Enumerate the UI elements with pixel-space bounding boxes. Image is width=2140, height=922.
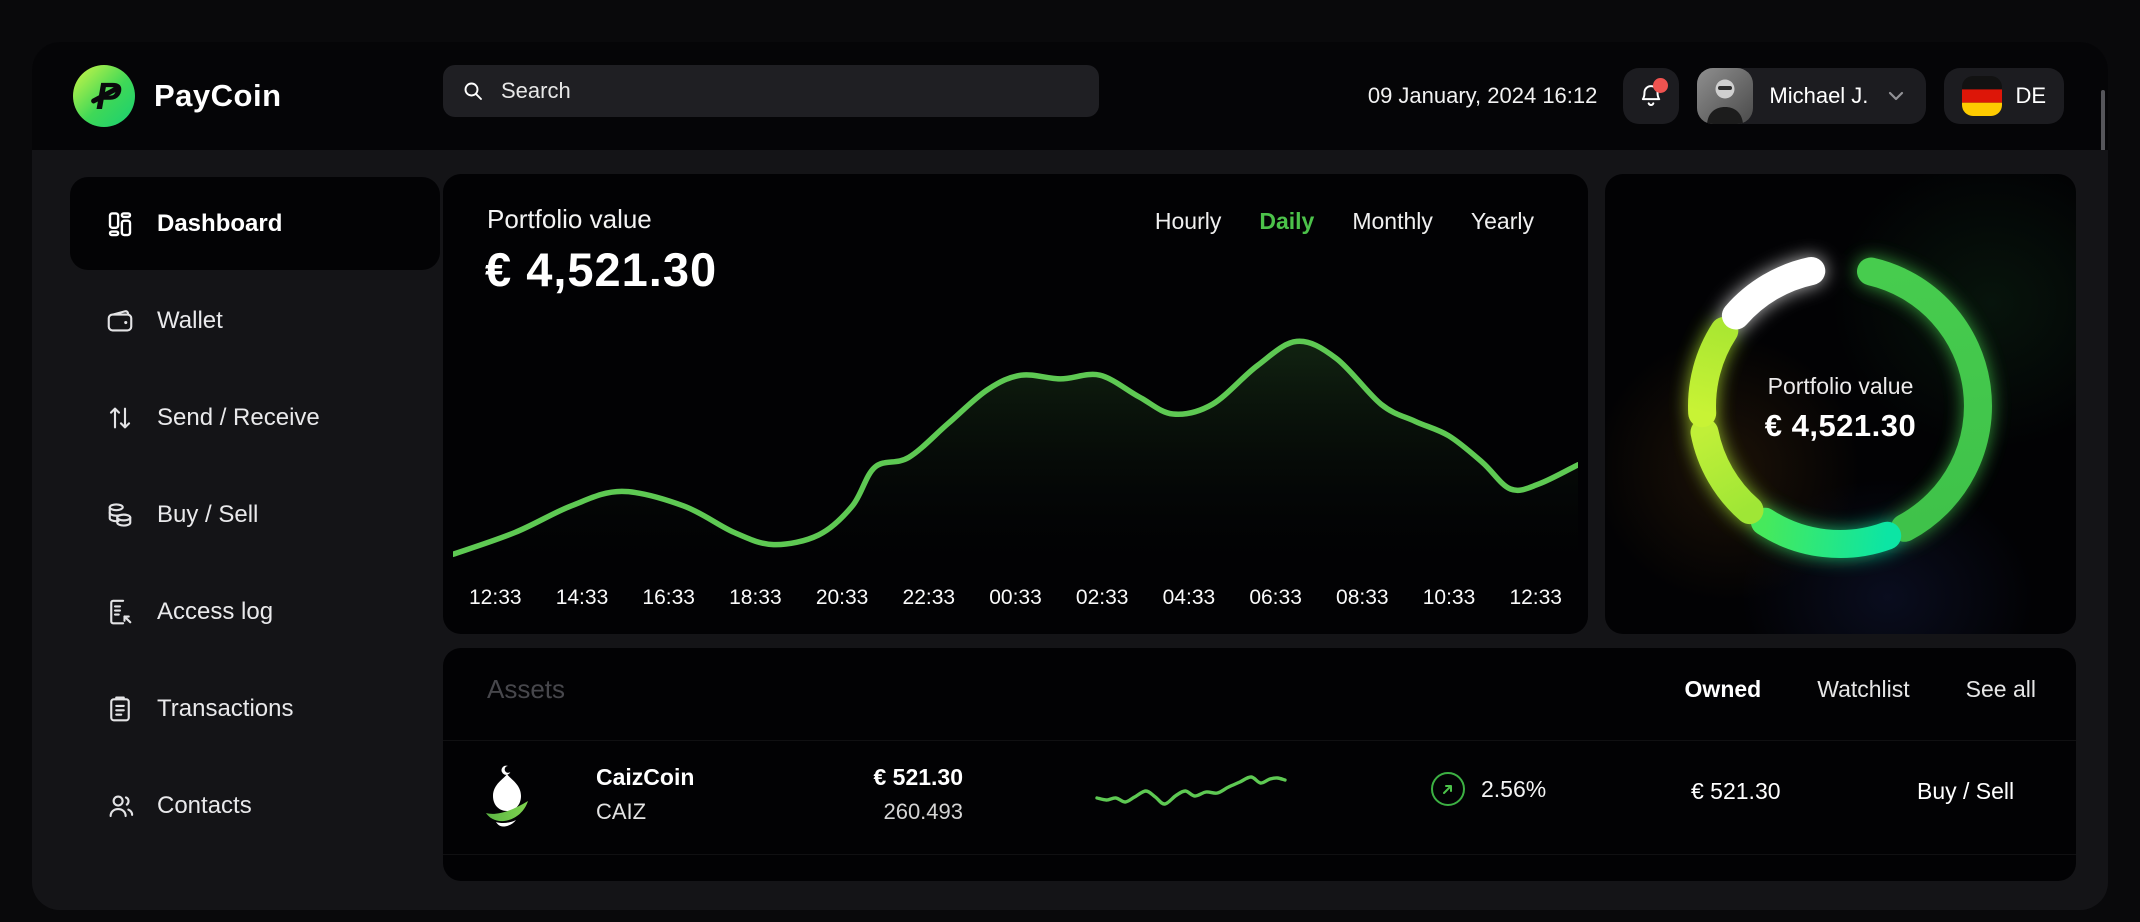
x-axis-label: 12:33 bbox=[469, 586, 522, 610]
filter-see-all[interactable]: See all bbox=[1966, 676, 2036, 703]
search-input[interactable] bbox=[499, 77, 1081, 105]
x-axis-label: 04:33 bbox=[1163, 586, 1216, 610]
tab-monthly[interactable]: Monthly bbox=[1352, 208, 1433, 235]
x-axis-label: 14:33 bbox=[556, 586, 609, 610]
asset-change: 2.56% bbox=[1431, 772, 1546, 806]
paycoin-logo-icon: P bbox=[72, 64, 136, 128]
top-right-cluster: 09 January, 2024 16:12 bbox=[1368, 42, 2064, 150]
tab-yearly[interactable]: Yearly bbox=[1471, 208, 1534, 235]
sidebar-item-send-receive[interactable]: Send / Receive bbox=[70, 371, 440, 464]
notification-dot bbox=[1653, 78, 1668, 93]
asset-total-value: € 521.30 bbox=[1691, 778, 1841, 805]
asset-price-block: € 521.30 260.493 bbox=[833, 764, 963, 825]
asset-ticker: CAIZ bbox=[596, 799, 694, 825]
x-axis-label: 00:33 bbox=[989, 586, 1042, 610]
x-axis: 12:33 14:33 16:33 18:33 20:33 22:33 00:3… bbox=[469, 586, 1562, 610]
donut-value: € 4,521.30 bbox=[1765, 408, 1917, 444]
divider bbox=[443, 854, 2076, 855]
portfolio-value: € 4,521.30 bbox=[485, 242, 717, 297]
search-bar[interactable] bbox=[443, 65, 1099, 117]
x-axis-label: 08:33 bbox=[1336, 586, 1389, 610]
brand: P PayCoin bbox=[72, 42, 282, 150]
search-icon bbox=[461, 79, 485, 103]
sidebar-item-access-log[interactable]: Access log bbox=[70, 565, 440, 658]
profile-name: Michael J. bbox=[1769, 83, 1868, 109]
send-receive-icon bbox=[104, 402, 136, 434]
tab-hourly[interactable]: Hourly bbox=[1155, 208, 1221, 235]
sidebar-item-label: Contacts bbox=[157, 792, 252, 820]
sidebar-item-contacts[interactable]: Contacts bbox=[70, 759, 440, 852]
asset-name-block: CaizCoin CAIZ bbox=[596, 764, 694, 825]
chart-range-tabs: Hourly Daily Monthly Yearly bbox=[1155, 208, 1534, 235]
assets-card: Assets Owned Watchlist See all bbox=[443, 648, 2076, 881]
sidebar: Dashboard Wallet Send / Receive bbox=[70, 177, 440, 856]
sidebar-item-transactions[interactable]: Transactions bbox=[70, 662, 440, 755]
donut-center-label: Portfolio value € 4,521.30 bbox=[1605, 178, 2076, 638]
buy-sell-icon bbox=[104, 499, 136, 531]
sidebar-item-label: Wallet bbox=[157, 307, 223, 335]
assets-title: Assets bbox=[487, 674, 565, 705]
asset-amount: 260.493 bbox=[833, 799, 963, 825]
language-code: DE bbox=[2015, 83, 2046, 109]
sidebar-item-wallet[interactable]: Wallet bbox=[70, 274, 440, 367]
trend-up-icon bbox=[1431, 772, 1465, 806]
asset-change-percent: 2.56% bbox=[1481, 776, 1546, 803]
x-axis-label: 10:33 bbox=[1423, 586, 1476, 610]
wallet-icon bbox=[104, 305, 136, 337]
brand-name: PayCoin bbox=[154, 78, 282, 114]
chevron-down-icon bbox=[1884, 84, 1908, 108]
datetime-label: 09 January, 2024 16:12 bbox=[1368, 83, 1598, 109]
app-body: Dashboard Wallet Send / Receive bbox=[32, 150, 2108, 910]
dashboard-icon bbox=[104, 208, 136, 240]
caizcoin-icon bbox=[480, 760, 534, 830]
portfolio-line-chart bbox=[453, 310, 1578, 572]
sidebar-item-label: Transactions bbox=[157, 695, 294, 723]
divider bbox=[443, 740, 2076, 741]
x-axis-label: 06:33 bbox=[1249, 586, 1302, 610]
portfolio-donut-card: Portfolio value € 4,521.30 bbox=[1605, 174, 2076, 634]
portfolio-chart-card: Portfolio value € 4,521.30 Hourly Daily … bbox=[443, 174, 1588, 634]
notifications-button[interactable] bbox=[1623, 68, 1679, 124]
x-axis-label: 02:33 bbox=[1076, 586, 1129, 610]
transactions-icon bbox=[104, 693, 136, 725]
asset-price: € 521.30 bbox=[833, 764, 963, 791]
avatar bbox=[1697, 68, 1753, 124]
filter-watchlist[interactable]: Watchlist bbox=[1817, 676, 1909, 703]
sidebar-item-label: Dashboard bbox=[157, 210, 282, 238]
x-axis-label: 22:33 bbox=[903, 586, 956, 610]
x-axis-label: 12:33 bbox=[1509, 586, 1562, 610]
app-window: P PayCoin 09 January, 2024 16:12 bbox=[32, 42, 2108, 910]
sidebar-item-label: Access log bbox=[157, 598, 273, 626]
profile-menu[interactable]: Michael J. bbox=[1697, 68, 1926, 124]
sidebar-item-buy-sell[interactable]: Buy / Sell bbox=[70, 468, 440, 561]
buy-sell-button[interactable]: Buy / Sell bbox=[1917, 778, 2014, 805]
asset-name: CaizCoin bbox=[596, 764, 694, 791]
access-log-icon bbox=[104, 596, 136, 628]
asset-sparkline bbox=[1095, 768, 1287, 828]
sidebar-item-label: Send / Receive bbox=[157, 404, 320, 432]
german-flag-icon bbox=[1962, 76, 2002, 116]
assets-filters: Owned Watchlist See all bbox=[1685, 676, 2036, 703]
top-bar: P PayCoin 09 January, 2024 16:12 bbox=[32, 42, 2108, 150]
paycoin-dashboard: P PayCoin 09 January, 2024 16:12 bbox=[0, 0, 2140, 922]
x-axis-label: 16:33 bbox=[642, 586, 695, 610]
asset-row-caizcoin[interactable]: CaizCoin CAIZ € 521.30 260.493 2 bbox=[443, 742, 2076, 854]
filter-owned[interactable]: Owned bbox=[1685, 676, 1762, 703]
sidebar-item-dashboard[interactable]: Dashboard bbox=[70, 177, 440, 270]
donut-title: Portfolio value bbox=[1768, 373, 1914, 400]
sidebar-item-label: Buy / Sell bbox=[157, 501, 258, 529]
language-selector[interactable]: DE bbox=[1944, 68, 2064, 124]
assets-header: Assets Owned Watchlist See all bbox=[487, 674, 2036, 705]
tab-daily[interactable]: Daily bbox=[1259, 208, 1314, 235]
x-axis-label: 18:33 bbox=[729, 586, 782, 610]
portfolio-title: Portfolio value bbox=[487, 204, 652, 235]
contacts-icon bbox=[104, 790, 136, 822]
x-axis-label: 20:33 bbox=[816, 586, 869, 610]
